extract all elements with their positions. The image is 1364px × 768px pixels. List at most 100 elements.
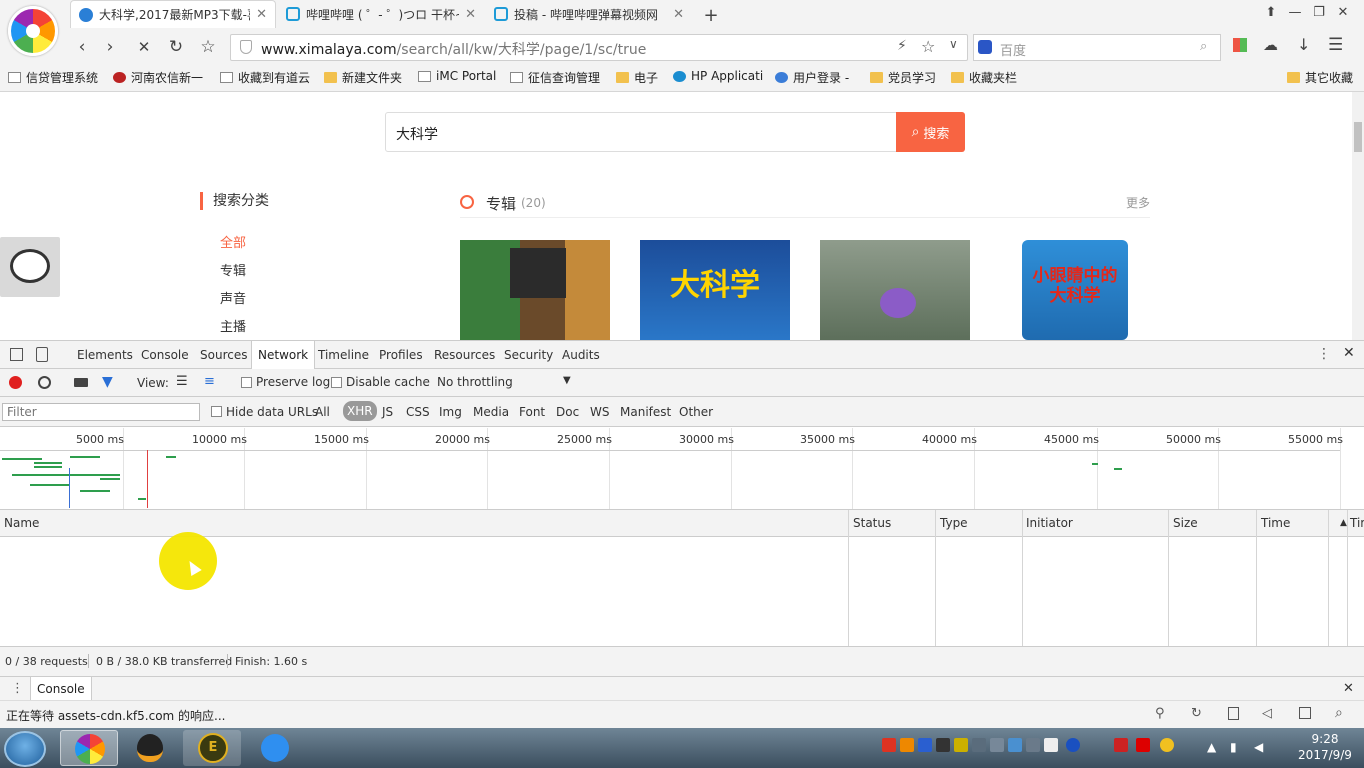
forward-button[interactable]: ›: [99, 36, 121, 58]
drawer-menu-icon[interactable]: ⋮: [11, 681, 24, 696]
tray-keyboard-icon[interactable]: [990, 738, 1004, 752]
type-filter-js[interactable]: JS: [382, 405, 393, 419]
tab-audits[interactable]: Audits: [562, 348, 600, 362]
type-filter-xhr[interactable]: XHR: [343, 401, 377, 421]
bookmark-item[interactable]: 河南农信新一: [113, 69, 203, 86]
pin-icon[interactable]: ⚲: [1155, 706, 1165, 721]
tray-app-icon[interactable]: [1008, 738, 1022, 752]
dropdown-chevron-icon[interactable]: ∨: [949, 37, 958, 51]
tab-ximalaya[interactable]: 大科学,2017最新MP3下载-喜 ✕: [70, 0, 276, 28]
tray-ime-icon[interactable]: [918, 738, 932, 752]
tray-app-icon[interactable]: [1026, 738, 1040, 752]
bookmark-item[interactable]: 用户登录 -: [775, 69, 849, 86]
network-icon[interactable]: ▲: [1207, 740, 1216, 754]
close-tab-icon[interactable]: ✕: [465, 7, 476, 22]
back-button[interactable]: ‹: [71, 36, 93, 58]
type-filter-manifest[interactable]: Manifest: [620, 405, 671, 419]
network-overview[interactable]: 5000 ms 10000 ms 15000 ms 20000 ms 25000…: [0, 428, 1364, 510]
bookmark-item[interactable]: 收藏到有道云: [220, 69, 310, 86]
inspect-element-icon[interactable]: [10, 348, 23, 361]
favorite-star-icon[interactable]: ☆: [921, 37, 935, 56]
apps-grid-icon[interactable]: [1233, 38, 1247, 52]
column-size[interactable]: Size: [1173, 516, 1198, 530]
reload-button[interactable]: ↻: [165, 36, 187, 58]
site-search-input[interactable]: 大科学: [385, 112, 897, 152]
bookmark-item[interactable]: iMC Portal: [418, 69, 496, 83]
refresh-icon[interactable]: ↻: [1191, 706, 1202, 721]
taskbar-qq[interactable]: [121, 730, 179, 766]
lightning-icon[interactable]: ⚡: [897, 38, 907, 54]
more-link[interactable]: 更多: [1126, 194, 1150, 211]
column-type[interactable]: Type: [940, 516, 968, 530]
start-button[interactable]: [4, 731, 46, 767]
bookmark-item[interactable]: 电子: [616, 69, 658, 86]
capture-screenshots-icon[interactable]: [74, 378, 88, 387]
bookmark-item[interactable]: 信贷管理系统: [8, 69, 98, 86]
bookmark-item[interactable]: 收藏夹栏: [951, 69, 1017, 86]
filter-input[interactable]: [2, 403, 200, 421]
type-filter-media[interactable]: Media: [473, 405, 509, 419]
type-filter-doc[interactable]: Doc: [556, 405, 579, 419]
drawer-tab-console[interactable]: Console: [30, 677, 92, 702]
tray-document-icon[interactable]: [1044, 738, 1058, 752]
album-cover[interactable]: 小眼睛中的大科学: [1022, 240, 1128, 340]
cloud-icon[interactable]: ☁: [1263, 36, 1278, 54]
tray-forward-icon[interactable]: [1136, 738, 1150, 752]
tab-sources[interactable]: Sources: [200, 348, 247, 362]
list-view-icon[interactable]: ☰: [176, 374, 188, 389]
type-filter-other[interactable]: Other: [679, 405, 713, 419]
tray-cloud-icon[interactable]: [1160, 738, 1174, 752]
url-text[interactable]: www.ximalaya.com/search/all/kw/大科学/page/…: [261, 39, 646, 59]
type-filter-all[interactable]: All: [315, 405, 330, 419]
throttling-select[interactable]: No throttling: [437, 375, 513, 389]
taskbar-notes[interactable]: [245, 730, 303, 766]
minimize-button[interactable]: —: [1284, 5, 1306, 23]
tray-app-icon[interactable]: [1114, 738, 1128, 752]
category-all[interactable]: 全部: [220, 232, 246, 251]
other-bookmarks[interactable]: 其它收藏: [1287, 69, 1353, 86]
bookmark-item[interactable]: 征信查询管理: [510, 69, 600, 86]
tab-console[interactable]: Console: [141, 348, 189, 362]
overview-icon[interactable]: ≡: [204, 374, 215, 389]
bookmark-item[interactable]: HP Applicati: [673, 69, 763, 83]
address-bar[interactable]: www.ximalaya.com/search/all/kw/大科学/page/…: [230, 34, 968, 61]
signal-icon[interactable]: ▮: [1230, 740, 1237, 754]
zoom-icon[interactable]: ⌕: [1335, 705, 1343, 721]
category-album[interactable]: 专辑: [220, 260, 246, 279]
close-tab-icon[interactable]: ✕: [673, 7, 684, 22]
restore-button[interactable]: ❐: [1308, 5, 1330, 23]
close-drawer-icon[interactable]: ✕: [1343, 681, 1354, 696]
tray-antivirus-icon[interactable]: [882, 738, 896, 752]
tab-timeline[interactable]: Timeline: [318, 348, 369, 362]
close-devtools-icon[interactable]: ✕: [1343, 345, 1355, 361]
menu-icon[interactable]: ☰: [1328, 35, 1343, 55]
column-status[interactable]: Status: [853, 516, 891, 530]
close-window-button[interactable]: ✕: [1332, 5, 1354, 23]
skin-icon[interactable]: ⬆: [1260, 5, 1282, 23]
hide-data-urls-checkbox[interactable]: [211, 406, 222, 417]
new-tab-button[interactable]: +: [700, 5, 722, 26]
tab-bilibili[interactable]: 哔哩哔哩 ( ゜- ゜)つロ 干杯~ ✕: [278, 0, 484, 28]
tab-resources[interactable]: Resources: [434, 348, 495, 362]
type-filter-ws[interactable]: WS: [590, 405, 609, 419]
trash-icon[interactable]: [1228, 707, 1239, 720]
clear-icon[interactable]: [38, 376, 51, 389]
disable-cache-checkbox[interactable]: [331, 377, 342, 388]
tab-elements[interactable]: Elements: [77, 348, 133, 362]
device-mode-icon[interactable]: [36, 347, 48, 362]
taskbar-browser[interactable]: [60, 730, 118, 766]
column-initiator[interactable]: Initiator: [1026, 516, 1073, 530]
album-cover[interactable]: 大科学: [640, 240, 790, 340]
speaker-icon[interactable]: ◀: [1254, 740, 1263, 754]
category-sound[interactable]: 声音: [220, 288, 246, 307]
dropdown-arrow-icon[interactable]: ▼: [563, 375, 571, 386]
column-timeline[interactable]: Tim: [1350, 516, 1364, 530]
sort-arrow-icon[interactable]: ▲: [1340, 518, 1347, 528]
download-icon[interactable]: ↓: [1297, 35, 1310, 54]
search-engine-box[interactable]: 百度 ⌕: [973, 34, 1221, 61]
scrollbar-thumb[interactable]: [1354, 122, 1362, 152]
tray-punctuation-icon[interactable]: [936, 738, 950, 752]
stop-button[interactable]: ✕: [133, 36, 155, 58]
floating-avatar[interactable]: [0, 237, 60, 297]
tray-moon-icon[interactable]: [954, 738, 968, 752]
